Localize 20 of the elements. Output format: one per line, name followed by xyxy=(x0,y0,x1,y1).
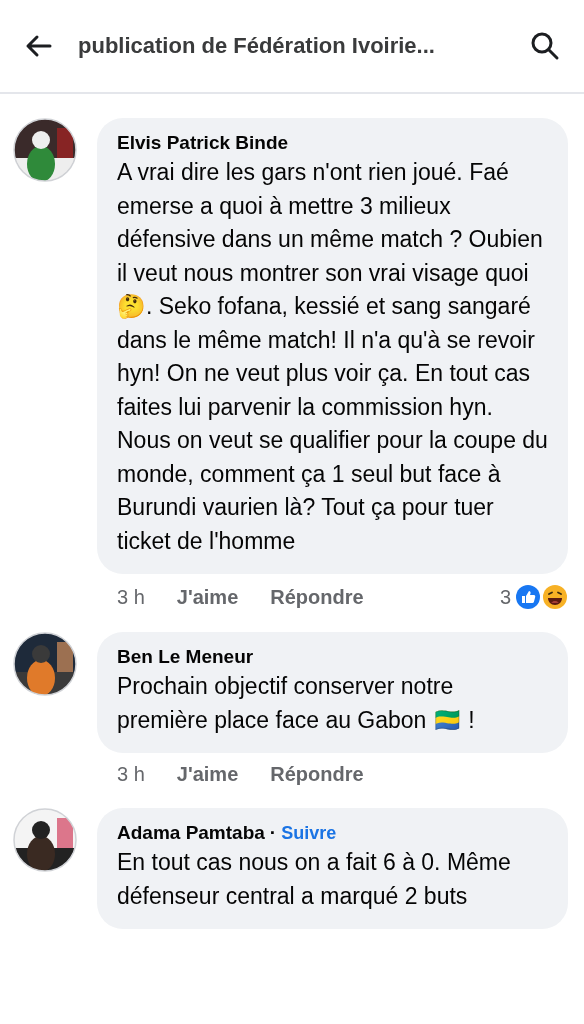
back-icon[interactable] xyxy=(24,34,52,58)
comment-text: En tout cas nous on a fait 6 à 0. Même défenseur central a marqué 2 buts xyxy=(117,848,512,911)
comment-time: 3 h xyxy=(117,763,145,786)
author-name[interactable]: Elvis Patrick Binde xyxy=(117,132,289,154)
reply-link[interactable]: Répondre xyxy=(270,585,364,609)
like-link[interactable]: J'aime xyxy=(176,763,239,786)
author-name[interactable]: Ben Le Meneur xyxy=(117,646,254,668)
reply-link[interactable]: Répondre xyxy=(270,763,364,786)
reaction-count: 3 xyxy=(499,585,511,609)
comment-time: 3 h xyxy=(117,585,145,609)
separator-dot: · xyxy=(269,822,277,844)
comment-text: Prochain objectif conserver notre première place face au Gabon 🇬🇦 ! xyxy=(117,672,476,735)
laughing-face-icon xyxy=(542,584,568,610)
author-name[interactable]: Adama Pamtaba xyxy=(117,822,265,844)
comment-text: A vrai dire les gars n'ont rien joué. Faé emerse a quoi à mettre 3 milieux défensive dans un même match ? Oubien il veut nous montrer son vrai visage quoi🤔. Seko fofana, kessié et sang sangaré dans le même match! Il n'a qu'à se revoir hyn! On ne veut plus voir ça. En tout cas faites lui parvenir la commission hyn. Nous on veut se qualifier pour la coupe du monde, comment ça 1 seul but face à Burundi vaurien là? Tout ça pour tuer ticket de l'homme xyxy=(117,158,548,556)
search-icon[interactable] xyxy=(530,31,560,61)
page-title: publication de Fédération Ivoirie... xyxy=(78,33,436,59)
follow-link[interactable]: Suivre xyxy=(281,823,337,844)
thumbs-up-icon xyxy=(515,584,541,610)
like-link[interactable]: J'aime xyxy=(176,585,239,609)
